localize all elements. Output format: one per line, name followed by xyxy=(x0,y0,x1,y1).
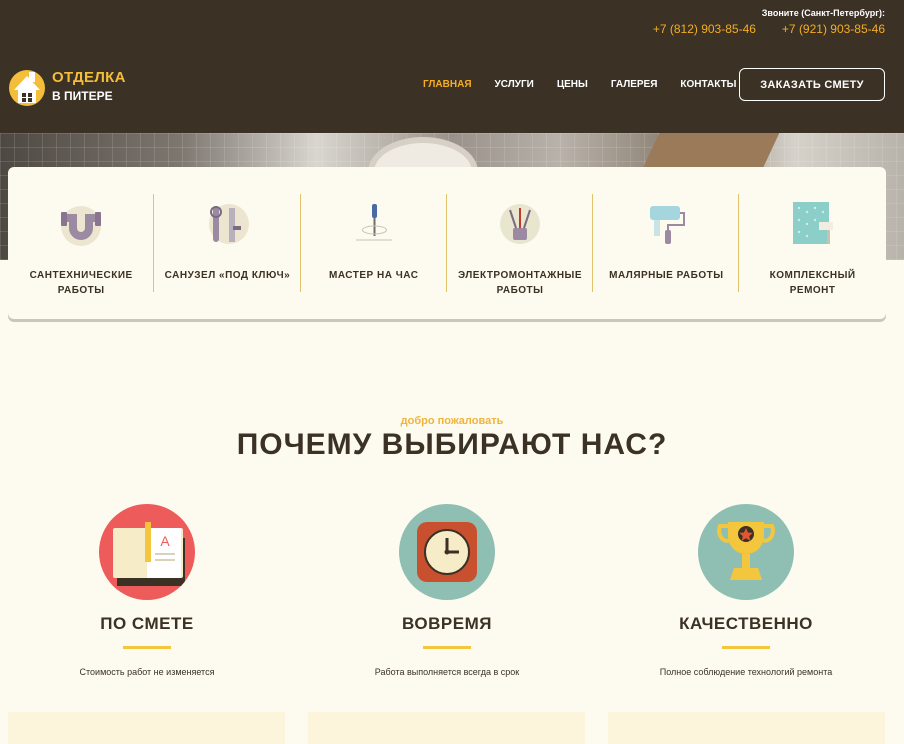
order-estimate-button[interactable]: ЗАКАЗАТЬ СМЕТУ xyxy=(739,68,885,101)
feature-on-time: ВОВРЕМЯ Работа выполняется всегда в срок xyxy=(297,504,597,677)
service-plumbing[interactable]: САНТЕХНИЧЕСКИЕ РАБОТЫ xyxy=(8,167,155,319)
service-bathroom[interactable]: САНУЗЕЛ «ПОД КЛЮЧ» xyxy=(154,167,301,319)
nav-item-gallery[interactable]: ГАЛЕРЕЯ xyxy=(611,79,658,90)
service-label: САНТЕХНИЧЕСКИЕ РАБОТЫ xyxy=(29,270,133,296)
feature-description: Работа выполняется всегда в срок xyxy=(374,667,520,677)
nav-item-services[interactable]: УСЛУГИ xyxy=(495,79,534,90)
service-electrical[interactable]: ЭЛЕКТРОМОНТАЖНЫЕ РАБОТЫ xyxy=(447,167,594,319)
logo[interactable]: ОТДЕЛКА В ПИТЕРЕ xyxy=(8,66,126,106)
wires-icon xyxy=(495,199,545,249)
phone-link-mobile[interactable]: +7 (921) 903-85-46 xyxy=(782,22,885,36)
phone-list: +7 (812) 903-85-46 +7 (921) 903-85-46 xyxy=(653,22,885,36)
trophy-icon xyxy=(698,504,794,600)
wrench-icon xyxy=(202,199,252,249)
logo-subtitle: В ПИТЕРЕ xyxy=(52,89,113,103)
book-letter: A xyxy=(160,533,170,549)
welcome-subtitle: добро пожаловать xyxy=(400,415,504,427)
service-label: КОМПЛЕКСНЫЙ РЕМОНТ xyxy=(769,270,856,296)
feature-description: Полное соблюдение технологий ремонта xyxy=(659,667,833,677)
services-panel: САНТЕХНИЧЕСКИЕ РАБОТЫ САНУЗЕЛ «ПОД КЛЮЧ» xyxy=(8,167,886,319)
service-label: ЭЛЕКТРОМОНТАЖНЫЕ РАБОТЫ xyxy=(458,270,582,296)
main-nav: ГЛАВНАЯ УСЛУГИ ЦЕНЫ ГАЛЕРЕЯ КОНТАКТЫ xyxy=(423,79,759,90)
feature-title: ПО СМЕТЕ xyxy=(100,614,194,633)
bottom-card xyxy=(608,712,885,744)
title-underline xyxy=(123,646,171,649)
clock-icon xyxy=(399,504,495,600)
call-label: Звоните (Санкт-Петербург): xyxy=(761,8,885,18)
title-underline xyxy=(423,646,471,649)
bottom-card xyxy=(8,712,285,744)
bottom-card xyxy=(308,712,585,744)
feature-estimate: A ПО СМЕТЕ Стоимость работ не изменяется xyxy=(0,504,297,677)
feature-description: Стоимость работ не изменяется xyxy=(79,667,215,677)
service-label: МАЛЯРНЫЕ РАБОТЫ xyxy=(609,270,724,281)
book-icon: A xyxy=(99,504,195,600)
feature-title: КАЧЕСТВЕННО xyxy=(679,614,813,633)
title-underline xyxy=(722,646,770,649)
phone-link-spb[interactable]: +7 (812) 903-85-46 xyxy=(653,22,756,36)
site-header: Звоните (Санкт-Петербург): +7 (812) 903-… xyxy=(0,0,904,133)
section-title: ПОЧЕМУ ВЫБИРАЮТ НАС? xyxy=(236,428,668,461)
service-label: САНУЗЕЛ «ПОД КЛЮЧ» xyxy=(164,270,291,281)
service-painting[interactable]: МАЛЯРНЫЕ РАБОТЫ xyxy=(593,167,740,319)
service-handyman[interactable]: МАСТЕР НА ЧАС xyxy=(301,167,447,319)
screwdriver-icon xyxy=(349,199,399,249)
feature-title: ВОВРЕМЯ xyxy=(402,614,492,633)
pipe-icon xyxy=(56,199,106,249)
paint-roller-icon xyxy=(641,199,691,249)
feature-quality: КАЧЕСТВЕННО Полное соблюдение технологий… xyxy=(596,504,896,677)
nav-item-contacts[interactable]: КОНТАКТЫ xyxy=(680,79,736,90)
wallpaper-icon xyxy=(788,199,838,249)
nav-item-prices[interactable]: ЦЕНЫ xyxy=(557,79,588,90)
logo-title: ОТДЕЛКА xyxy=(52,69,126,86)
service-label: МАСТЕР НА ЧАС xyxy=(329,270,419,281)
house-logo-icon xyxy=(8,66,46,106)
service-complex-repair[interactable]: КОМПЛЕКСНЫЙ РЕМОНТ xyxy=(739,167,885,319)
nav-item-home[interactable]: ГЛАВНАЯ xyxy=(423,79,472,90)
